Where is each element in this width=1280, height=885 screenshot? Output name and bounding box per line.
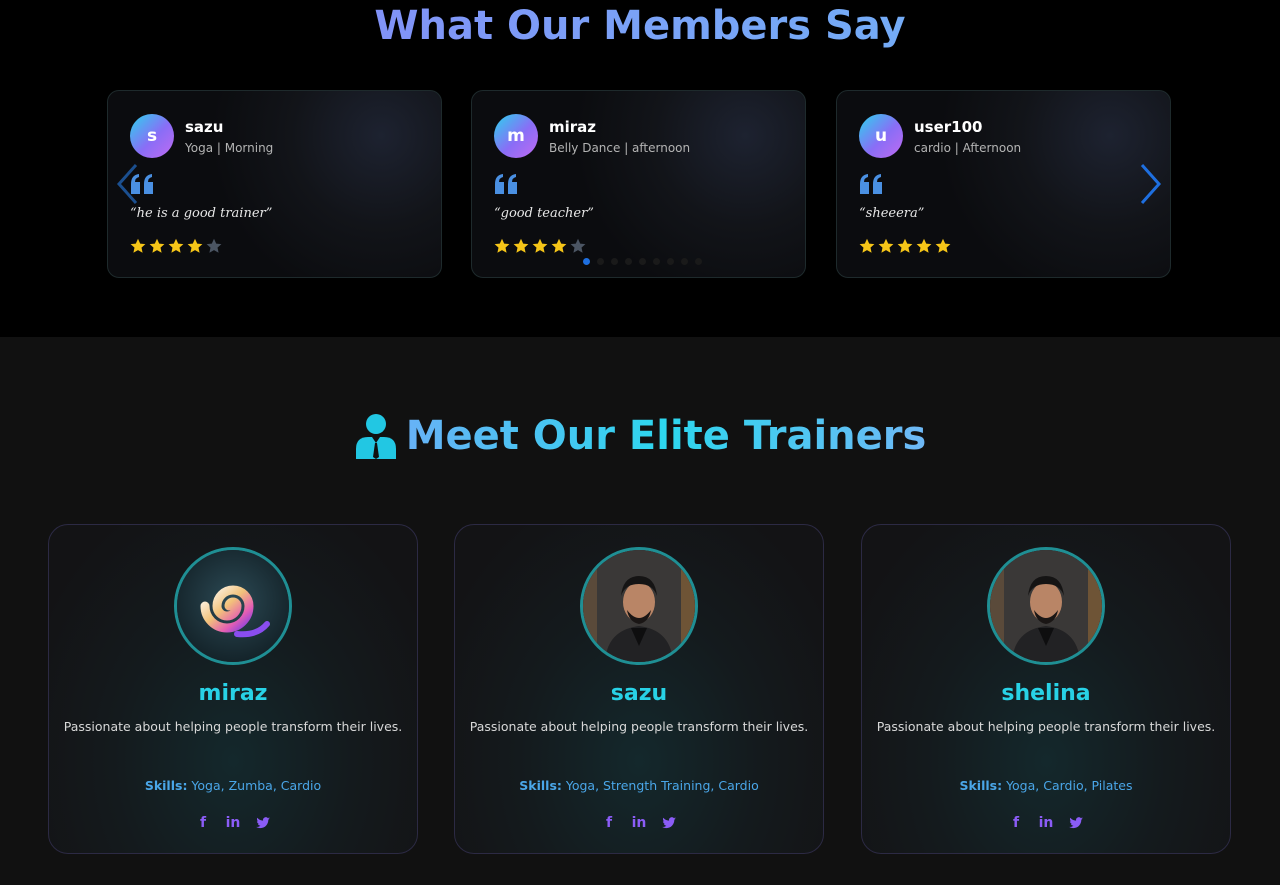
trainer-name: miraz [198,681,268,706]
star-filled-icon [513,238,529,253]
linkedin-icon[interactable]: in [1038,815,1054,831]
spiral-logo-icon [177,550,289,662]
avatar: m [494,114,538,158]
quote-icon [860,174,882,194]
skills-label: Skills: [144,778,188,793]
testimonial-card: u user100 cardio | Afternoon “sheeera” [836,90,1171,278]
trainer-skills: Skills: Yoga, Cardio, Pilates [862,778,1230,793]
star-filled-icon [532,238,548,253]
facebook-icon[interactable]: f [195,815,211,831]
trainer-photo [987,547,1105,665]
pagination-dot[interactable] [695,258,702,265]
pagination-dot[interactable] [597,258,604,265]
trainer-name: shelina [1001,681,1091,706]
star-rating [859,238,951,254]
review-text: “sheeera” [859,206,925,221]
avatar: s [130,114,174,158]
reviewer-name: user100 [914,118,983,136]
skills-list: Yoga, Cardio, Pilates [1006,778,1133,793]
trainers-heading: Meet Our Elite Trainers [0,411,1280,461]
star-filled-icon [551,238,567,253]
trainer-name: sazu [610,681,668,706]
skills-list: Yoga, Zumba, Cardio [191,778,322,793]
avatar: u [859,114,903,158]
star-filled-icon [494,238,510,253]
pagination-dot[interactable] [653,258,660,265]
star-filled-icon [935,238,951,253]
star-filled-icon [149,238,165,253]
linkedin-icon[interactable]: in [225,815,241,831]
skills-list: Yoga, Strength Training, Cardio [565,778,759,793]
reviewer-name: sazu [185,118,224,136]
testimonials-title: What Our Members Say [0,2,1280,50]
review-text: “good teacher” [494,206,594,221]
trainer-bio: Passionate about helping people transfor… [63,719,403,734]
trainer-photo [174,547,292,665]
pagination-dot[interactable] [681,258,688,265]
twitter-icon[interactable] [255,815,271,831]
reviewer-class: Belly Dance | afternoon [549,141,691,155]
trainer-card: shelina Passionate about helping people … [861,524,1231,854]
quote-icon [495,174,517,194]
trainer-user-icon [355,414,396,459]
star-filled-icon [187,238,203,253]
pagination-dot[interactable] [625,258,632,265]
skills-label: Skills: [959,778,1003,793]
prev-arrow-icon[interactable] [116,163,140,205]
portrait-image [990,550,1102,662]
star-empty-icon [570,238,586,253]
twitter-icon[interactable] [661,815,677,831]
testimonials-section: What Our Members Say s sazu Yoga | Morni… [0,0,1280,337]
star-filled-icon [130,238,146,253]
review-text: “he is a good trainer” [130,206,273,221]
trainer-card: miraz Passionate about helping people tr… [48,524,418,854]
trainer-photo [580,547,698,665]
star-rating [130,238,222,254]
pagination-dot[interactable] [611,258,618,265]
reviewer-class: cardio | Afternoon [914,141,1022,155]
trainer-card: sazu Passionate about helping people tra… [454,524,824,854]
star-filled-icon [168,238,184,253]
reviewer-name: miraz [549,118,597,136]
facebook-icon[interactable]: f [601,815,617,831]
reviewer-class: Yoga | Morning [185,141,274,155]
star-filled-icon [897,238,913,253]
social-links: f in [455,815,823,831]
facebook-icon[interactable]: f [1008,815,1024,831]
star-filled-icon [878,238,894,253]
next-arrow-icon[interactable] [1138,163,1162,205]
trainer-bio: Passionate about helping people transfor… [876,719,1216,734]
trainers-section: Meet Our Elite Trainers miraz Passionate… [0,337,1280,885]
star-filled-icon [916,238,932,253]
star-filled-icon [859,238,875,253]
trainer-skills: Skills: Yoga, Zumba, Cardio [49,778,417,793]
skills-label: Skills: [519,778,562,793]
linkedin-icon[interactable]: in [631,815,647,831]
pagination-dot[interactable] [667,258,674,265]
star-empty-icon [206,238,222,253]
trainer-bio: Passionate about helping people transfor… [469,719,809,734]
social-links: f in [49,815,417,831]
star-rating [494,238,586,254]
portrait-image [583,550,695,662]
social-links: f in [862,815,1230,831]
trainers-title: Meet Our Elite Trainers [405,413,927,459]
twitter-icon[interactable] [1068,815,1084,831]
carousel-pagination [583,258,702,265]
pagination-dot[interactable] [639,258,646,265]
pagination-dot[interactable] [583,258,590,265]
testimonial-card: s sazu Yoga | Morning “he is a good trai… [107,90,442,278]
testimonial-card: m miraz Belly Dance | afternoon “good te… [471,90,806,278]
trainer-skills: Skills: Yoga, Strength Training, Cardio [455,778,823,793]
